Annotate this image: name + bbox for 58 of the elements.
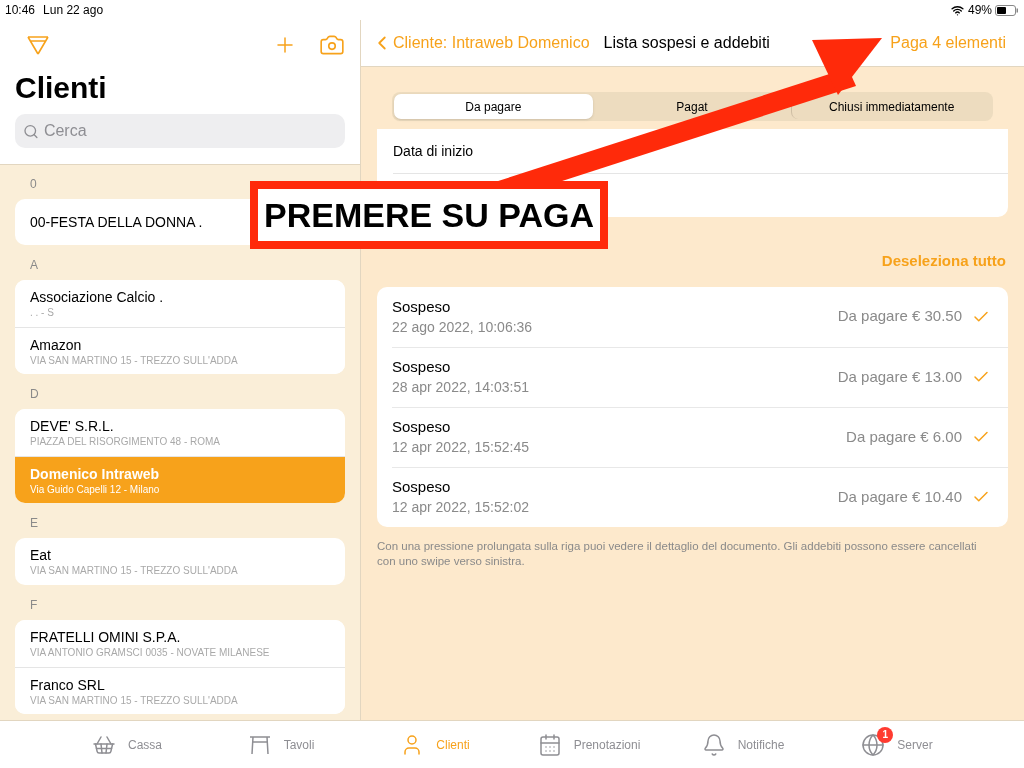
page-title: Lista sospesi e addebiti bbox=[603, 33, 770, 53]
debt-title: Sospeso bbox=[392, 357, 452, 377]
debt-row[interactable]: Sospeso 12 apr 2022, 15:52:45 Da pagare € 6.00 bbox=[392, 406, 1008, 467]
debt-row[interactable]: Sospeso 12 apr 2022, 15:52:02 Da pagare € 10.40 bbox=[392, 466, 1008, 527]
status-date: Lun 22 ago bbox=[43, 2, 104, 19]
help-note: Con una pressione prolungata sulla riga puoi vedere il dettaglio del documento. Gli addebiti possono essere cancellati con uno swipe verso sinistra. bbox=[377, 538, 978, 569]
notification-badge: 1 bbox=[877, 726, 894, 743]
debt-row[interactable]: Sospeso 22 ago 2022, 10:06:36 Da pagare € 30.50 bbox=[392, 286, 1008, 347]
battery-icon bbox=[995, 4, 1019, 16]
debt-date: 22 ago 2022, 10:06:36 bbox=[392, 317, 533, 337]
date-row[interactable]: Data di inizio bbox=[393, 129, 1008, 173]
debt-date: 12 apr 2022, 15:52:45 bbox=[392, 438, 529, 457]
client-name: Domenico Intraweb bbox=[30, 464, 161, 483]
search-input[interactable]: Cerca bbox=[43, 119, 337, 143]
filter-icon[interactable] bbox=[27, 35, 49, 55]
debt-date: 28 apr 2022, 14:03:51 bbox=[392, 378, 529, 397]
wifi-icon bbox=[950, 3, 964, 17]
client-address: VIA ANTONIO GRAMSCI 0035 - NOVATE MILANESE bbox=[30, 646, 271, 659]
client-address: VIA SAN MARTINO 15 - TREZZO SULL'ADDA bbox=[30, 353, 239, 367]
calendar-icon bbox=[537, 732, 562, 757]
tab-bar-item[interactable]: 1 Server bbox=[820, 721, 974, 768]
client-address: VIA SAN MARTINO 15 - TREZZO SULL'ADDA bbox=[30, 693, 239, 707]
client-address: Via Guido Capelli 12 - Milano bbox=[30, 482, 161, 496]
search-icon bbox=[23, 122, 39, 140]
client-name: Associazione Calcio . bbox=[30, 288, 165, 306]
search-field[interactable]: Cerca bbox=[15, 114, 345, 148]
debt-date: 12 apr 2022, 15:52:02 bbox=[392, 498, 529, 517]
debt-title: Sospeso bbox=[392, 477, 452, 497]
client-address: PIAZZA DEL RISORGIMENTO 48 - ROMA bbox=[30, 435, 222, 448]
segment-tab[interactable]: Pagat bbox=[592, 94, 792, 119]
section-letter: 0 bbox=[29, 177, 38, 191]
debt-amount: Da pagare € 30.50 bbox=[837, 306, 962, 327]
client-name: Eat bbox=[30, 546, 52, 564]
section-letter: F bbox=[29, 598, 39, 612]
client-row[interactable]: Amazon VIA SAN MARTINO 15 - TREZZO SULL'ADDA bbox=[15, 327, 345, 374]
debt-amount: Da pagare € 6.00 bbox=[846, 426, 962, 447]
annotation-callout-tooltip: PREMERE SU PAGA bbox=[250, 181, 608, 249]
debt-amount: Da pagare € 10.40 bbox=[837, 486, 962, 507]
section-letter: E bbox=[29, 516, 39, 530]
client-name: Franco SRL bbox=[30, 675, 106, 694]
section-letter: D bbox=[29, 387, 40, 401]
battery-level: 49% bbox=[967, 2, 992, 19]
segment-tab[interactable]: Da pagare bbox=[394, 94, 593, 119]
debt-amount: Da pagare € 13.00 bbox=[837, 366, 962, 387]
client-name: DEVE' S.R.L. bbox=[30, 417, 115, 435]
client-address: . . - S bbox=[30, 306, 55, 319]
client-row[interactable]: Franco SRL VIA SAN MARTINO 15 - TREZZO SULL'ADDA bbox=[15, 667, 345, 714]
client-name: FRATELLI OMINI S.P.A. bbox=[30, 628, 182, 646]
debt-row[interactable]: Sospeso 28 apr 2022, 14:03:51 Da pagare € 13.00 bbox=[392, 346, 1008, 407]
globe-icon bbox=[861, 732, 886, 757]
status-time: 10:46 bbox=[5, 2, 36, 19]
section-letter: A bbox=[29, 258, 39, 272]
sidebar-title: Clienti bbox=[15, 70, 108, 106]
client-address: VIA SAN MARTINO 15 - TREZZO SULL'ADDA bbox=[30, 564, 239, 577]
client-name: Amazon bbox=[30, 335, 83, 354]
bell-icon bbox=[701, 732, 726, 757]
debt-title: Sospeso bbox=[392, 417, 452, 437]
debt-title: Sospeso bbox=[392, 296, 452, 317]
